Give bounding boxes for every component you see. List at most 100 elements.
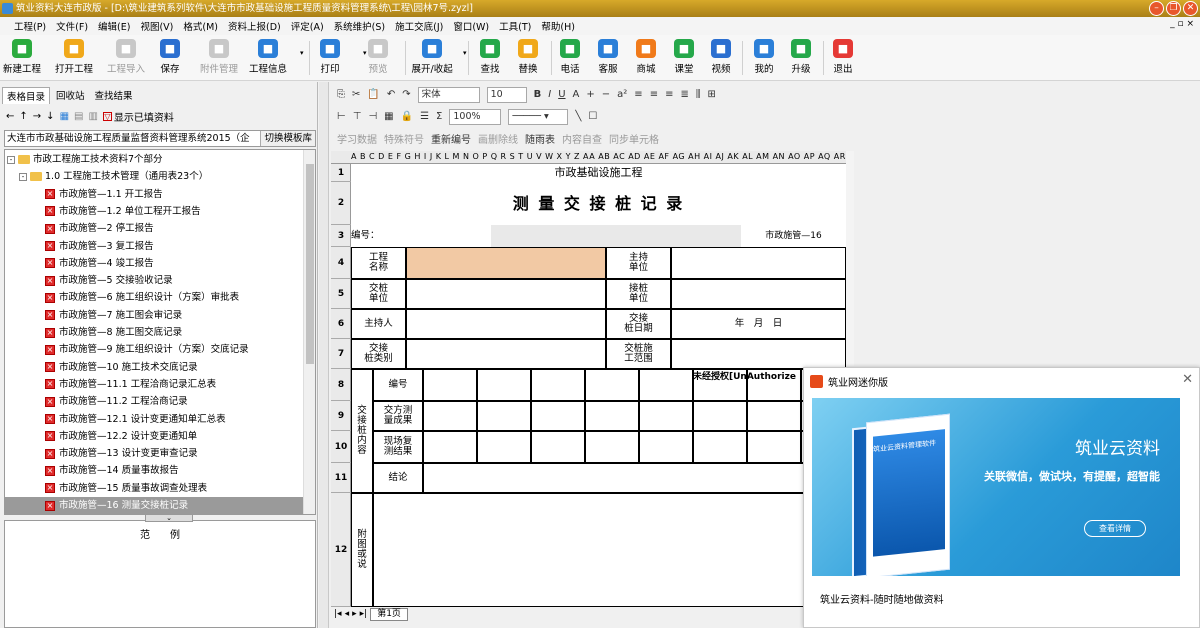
font-color-icon[interactable]: A	[573, 89, 580, 100]
down-arrow-icon[interactable]: ↓	[46, 111, 54, 122]
ribbon-save-button[interactable]: ■ 保存	[160, 39, 180, 75]
row-number[interactable]: 12	[331, 493, 351, 607]
tree-node[interactable]: × 市政施管—9 施工组织设计（方案）交底记录	[45, 341, 249, 358]
attach-area[interactable]	[373, 493, 846, 607]
content-cell[interactable]	[531, 369, 585, 401]
row-number[interactable]: 7	[331, 339, 351, 369]
field-input[interactable]	[406, 339, 606, 369]
underline-icon[interactable]: U	[558, 89, 565, 100]
row-number[interactable]: 10	[331, 431, 351, 463]
content-cell[interactable]	[639, 431, 693, 463]
content-cell[interactable]	[423, 369, 477, 401]
panel-resize-grip[interactable]: ⌄	[145, 514, 193, 522]
menu-evaluate[interactable]: 评定(A)	[291, 19, 324, 33]
row-number[interactable]: 3	[331, 225, 351, 247]
font-family-select[interactable]: 宋体	[417, 86, 480, 103]
list-icon[interactable]: ▥	[88, 111, 97, 122]
row-number[interactable]: 4	[331, 247, 351, 279]
italic-icon[interactable]: I	[548, 89, 551, 100]
dropdown-arrow-icon[interactable]: ▾	[363, 49, 367, 57]
tree-node[interactable]: × 市政施管—6 施工组织设计（方案）审批表	[45, 289, 239, 306]
ribbon-find-button[interactable]: ■ 查找	[480, 39, 500, 75]
learn-data-button[interactable]: 学习数据	[337, 131, 377, 146]
tree-node[interactable]: - 市政工程施工技术资料7个部分	[7, 151, 163, 168]
close-button[interactable]: ✕	[1183, 1, 1198, 16]
tree-node[interactable]: × 市政施管—12.2 设计变更通知单	[45, 428, 197, 445]
border-icon[interactable]: ▦	[384, 111, 393, 122]
restore-button[interactable]: ❐	[1166, 1, 1181, 16]
field-input[interactable]	[406, 309, 606, 339]
sync-cells-button[interactable]: 同步单元格	[609, 131, 659, 146]
line-style-select[interactable]: ───── ▾	[508, 108, 569, 125]
menu-briefing[interactable]: 施工交底(J)	[395, 19, 443, 33]
sheet-scrollbar[interactable]	[846, 151, 854, 366]
special-symbol-button[interactable]: 特殊符号	[384, 131, 424, 146]
minimize-button[interactable]: –	[1149, 1, 1164, 16]
dropdown-arrow-icon[interactable]: ▾	[463, 49, 467, 57]
tree-node[interactable]: × 市政施管—8 施工图交底记录	[45, 324, 182, 341]
field-input[interactable]: 年 月 日	[671, 309, 846, 339]
row-number[interactable]: 6	[331, 309, 351, 339]
zoom-select[interactable]: 100%	[449, 108, 502, 125]
box-icon[interactable]: ☐	[588, 111, 597, 122]
conclusion-input[interactable]	[423, 463, 846, 493]
renumber-button[interactable]: 重新编号	[431, 131, 471, 146]
field-input[interactable]	[406, 247, 606, 279]
row-number[interactable]: 2	[331, 182, 351, 225]
tree-node[interactable]: × 市政施管—13 设计变更审查记录	[45, 445, 198, 462]
ribbon-project-info-button[interactable]: ■ 工程信息	[249, 39, 287, 75]
field-input[interactable]	[671, 279, 846, 309]
align-center-icon[interactable]: ≡	[650, 89, 658, 100]
undo-icon[interactable]: ↶	[387, 89, 395, 100]
copy-format-icon[interactable]: ⎘	[337, 89, 345, 100]
next-sheet-icon[interactable]: ▸	[352, 609, 357, 619]
prev-sheet-icon[interactable]: ◂	[345, 609, 350, 619]
ribbon-phone-button[interactable]: ■ 电话	[560, 39, 580, 75]
menu-window[interactable]: 窗口(W)	[453, 19, 489, 33]
tree-scrollbar[interactable]	[303, 150, 315, 514]
row-number[interactable]: 11	[331, 463, 351, 493]
last-sheet-icon[interactable]: ▸|	[360, 609, 368, 619]
insert-col-icon[interactable]: ⊤	[353, 111, 362, 122]
justify-icon[interactable]: ≣	[680, 89, 688, 100]
tree-node[interactable]: × 市政施管—12.1 设计变更通知单汇总表	[45, 411, 226, 428]
align-right-icon[interactable]: ≡	[665, 89, 673, 100]
menu-file[interactable]: 文件(F)	[56, 19, 88, 33]
ribbon-classroom-button[interactable]: ■ 课堂	[674, 39, 694, 75]
paste-icon[interactable]: 📋	[367, 89, 379, 100]
mdi-window-controls[interactable]: _ ▫ ×	[1170, 19, 1194, 29]
tree-node[interactable]: - 1.0 工程施工技术管理（通用表23个）	[19, 168, 208, 185]
superscript-icon[interactable]: a²	[617, 89, 627, 100]
content-cell[interactable]	[477, 401, 531, 431]
tree-node[interactable]: × 市政施管—7 施工图会审记录	[45, 307, 182, 324]
content-cell[interactable]	[477, 369, 531, 401]
tree-node[interactable]: × 市政施管—5 交接验收记录	[45, 272, 173, 289]
tree-node[interactable]: × 市政施管—11.2 工程洽商记录	[45, 393, 188, 410]
sheet-tab-page1[interactable]: 第1页	[370, 607, 408, 621]
field-input[interactable]	[406, 279, 606, 309]
line-spacing-icon[interactable]: ☰	[420, 111, 429, 122]
content-cell[interactable]	[693, 401, 747, 431]
content-cell[interactable]	[585, 431, 639, 463]
content-cell[interactable]	[639, 401, 693, 431]
show-filled-checkbox[interactable]: ▽ 显示已填资料	[102, 109, 174, 124]
content-cell[interactable]	[423, 401, 477, 431]
row-number[interactable]: 9	[331, 401, 351, 431]
tree-node[interactable]: × 市政施管—3 复工报告	[45, 238, 154, 255]
bold-icon[interactable]: B	[534, 89, 542, 100]
menu-view[interactable]: 视图(V)	[140, 19, 173, 33]
row-number[interactable]: 5	[331, 279, 351, 309]
minus-icon[interactable]: −	[602, 89, 610, 100]
tab-search-results[interactable]: 查找结果	[91, 87, 137, 104]
tree-node[interactable]: × 市政施管—16 测量交接桩记录	[5, 497, 303, 514]
sigma-icon[interactable]: Σ	[436, 111, 442, 122]
ribbon-upgrade-button[interactable]: ■ 升级	[791, 39, 811, 75]
content-cell[interactable]	[531, 401, 585, 431]
tree-node[interactable]: × 市政施管—14 质量事故报告	[45, 462, 179, 479]
tree-view-icon[interactable]: ▦	[60, 111, 69, 122]
redo-icon[interactable]: ↷	[402, 89, 410, 100]
menu-project[interactable]: 工程(P)	[14, 19, 46, 33]
tree-node[interactable]: × 市政施管—2 停工报告	[45, 220, 154, 237]
ad-banner[interactable]: 筑业云资料管理软件 筑业云资料 关联微信，做试块，有提醒，超智能 查看详情	[812, 398, 1180, 576]
ribbon-customer-service-button[interactable]: ■ 客服	[598, 39, 618, 75]
